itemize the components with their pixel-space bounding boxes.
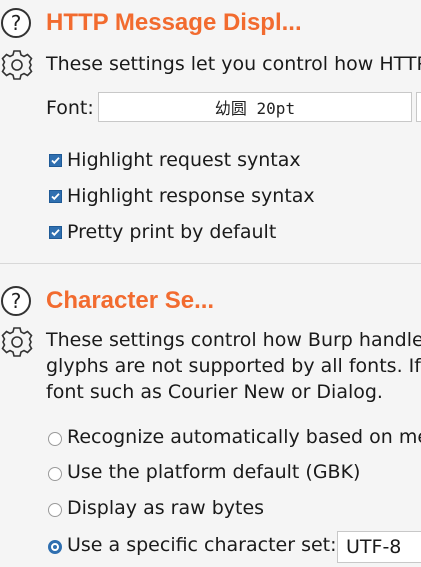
charset-description-line-2: glyphs are not supported by all fonts. I… [46,355,421,377]
raw-bytes-radio[interactable] [48,503,62,517]
raw-bytes-label[interactable]: Display as raw bytes [67,497,264,519]
font-label: Font: [46,97,94,119]
gear-icon[interactable] [0,325,34,359]
highlight-response-syntax-label[interactable]: Highlight response syntax [67,185,315,207]
checkmark-icon [51,229,60,237]
checkmark-icon [51,193,60,201]
section-title-character-sets: Character Se... [46,287,215,314]
specific-charset-label[interactable]: Use a specific character set: [67,534,337,556]
recognize-automatically-radio[interactable] [48,432,62,446]
charset-select[interactable]: UTF-8 [337,531,421,563]
charset-description-line-3: font such as Courier New or Dialog. [46,381,383,403]
section-title-http-message-display: HTTP Message Displ... [46,9,302,36]
help-icon[interactable]: ? [1,8,31,38]
checkmark-icon [51,157,60,165]
section-divider [0,263,421,264]
pretty-print-checkbox[interactable] [49,226,62,239]
highlight-request-syntax-label[interactable]: Highlight request syntax [67,149,301,171]
specific-charset-radio[interactable] [48,540,62,554]
recognize-automatically-label[interactable]: Recognize automatically based on me [67,426,421,448]
pretty-print-label[interactable]: Pretty print by default [67,221,276,243]
charset-description-line-1: These settings control how Burp handle [46,329,421,351]
help-icon[interactable]: ? [1,286,31,316]
highlight-request-syntax-checkbox[interactable] [49,154,62,167]
http-section-description: These settings let you control how HTTP [46,53,421,75]
gear-icon[interactable] [0,48,34,82]
font-field[interactable]: 幼圆 20pt [98,92,412,122]
platform-default-label[interactable]: Use the platform default (GBK) [67,461,360,483]
highlight-response-syntax-checkbox[interactable] [49,190,62,203]
platform-default-radio[interactable] [48,467,62,481]
font-select-button[interactable] [416,92,421,122]
